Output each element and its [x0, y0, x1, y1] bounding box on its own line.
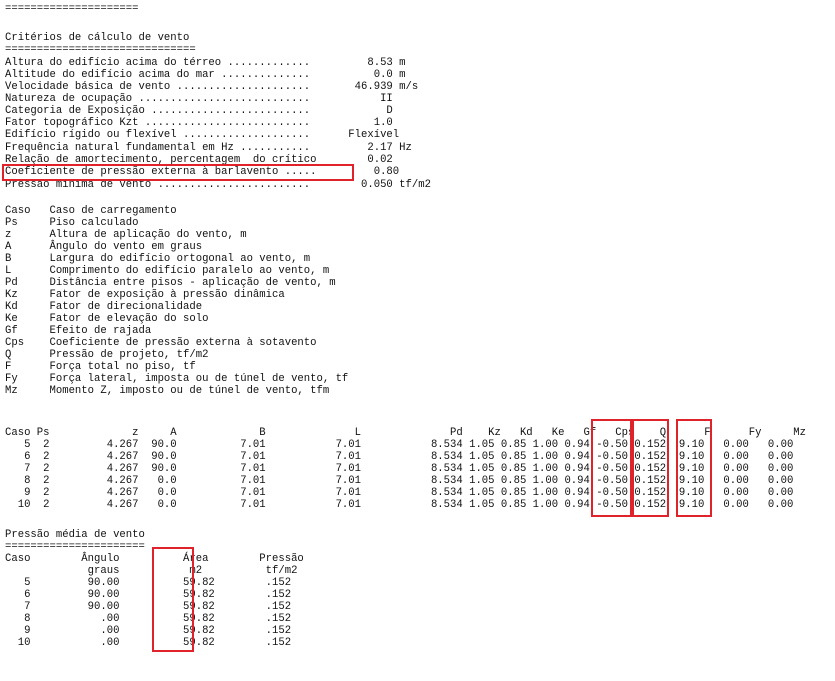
table-row: 5 90.00 59.82 .152: [5, 577, 292, 589]
highlight-area-column: [152, 547, 194, 652]
top-rule: =====================: [5, 3, 139, 15]
mean-pressure-rule: ======================: [5, 541, 145, 553]
table-row: 10 .00 59.82 .152: [5, 637, 292, 649]
criteria-line: Velocidade básica de vento .............…: [5, 81, 419, 93]
highlight-cps-column: [591, 419, 632, 517]
legend-line: Kz Fator de exposição à pressão dinâmica: [5, 289, 285, 301]
criteria-line: Altitude do edifício acima do mar ......…: [5, 69, 406, 81]
legend-line: L Comprimento do edifício paralelo ao ve…: [5, 265, 330, 277]
table-row: 6 90.00 59.82 .152: [5, 589, 292, 601]
legend-line: Ke Fator de elevação do solo: [5, 313, 209, 325]
criteria-line: Altura do edifício acima do térreo .....…: [5, 57, 406, 69]
highlight-barlavento-coefficient: [2, 164, 354, 181]
criteria-line: Frequência natural fundamental em Hz ...…: [5, 142, 412, 154]
highlight-q-column: [632, 419, 669, 517]
legend-line: Ps Piso calculado: [5, 217, 139, 229]
legend-line: Q Pressão de projeto, tf/m2: [5, 349, 209, 361]
legend-line: Fy Força lateral, imposta ou de túnel de…: [5, 373, 349, 385]
legend-line: F Força total no piso, tf: [5, 361, 196, 373]
document-page: ===================== Critérios de cálcu…: [0, 0, 835, 681]
criteria-title: Critérios de cálculo de vento: [5, 32, 190, 44]
table-row: 9 .00 59.82 .152: [5, 625, 292, 637]
table-row: 8 .00 59.82 .152: [5, 613, 292, 625]
legend-line: Kd Fator de direcionalidade: [5, 301, 203, 313]
legend-line: B Largura do edifício ortogonal ao vento…: [5, 253, 311, 265]
criteria-line: Fator topográfico Kzt ..................…: [5, 117, 393, 129]
highlight-f-column: [676, 419, 712, 517]
legend-line: Gf Efeito de rajada: [5, 325, 152, 337]
mean-pressure-title: Pressão média de vento: [5, 529, 145, 541]
criteria-rule: ==============================: [5, 44, 196, 56]
criteria-line: Natureza de ocupação ...................…: [5, 93, 393, 105]
legend-line: A Ângulo do vento em graus: [5, 241, 203, 253]
table-row: 7 90.00 59.82 .152: [5, 601, 292, 613]
legend-line: Caso Caso de carregamento: [5, 205, 177, 217]
legend-line: Mz Momento Z, imposto ou de túnel de ven…: [5, 385, 330, 397]
legend-line: Cps Coeficiente de pressão externa à sot…: [5, 337, 317, 349]
criteria-line: Categoria de Exposição .................…: [5, 105, 393, 117]
legend-line: z Altura de aplicação do vento, m: [5, 229, 247, 241]
legend-line: Pd Distância entre pisos - aplicação de …: [5, 277, 336, 289]
criteria-line: Edifício rígido ou flexível ............…: [5, 129, 400, 141]
